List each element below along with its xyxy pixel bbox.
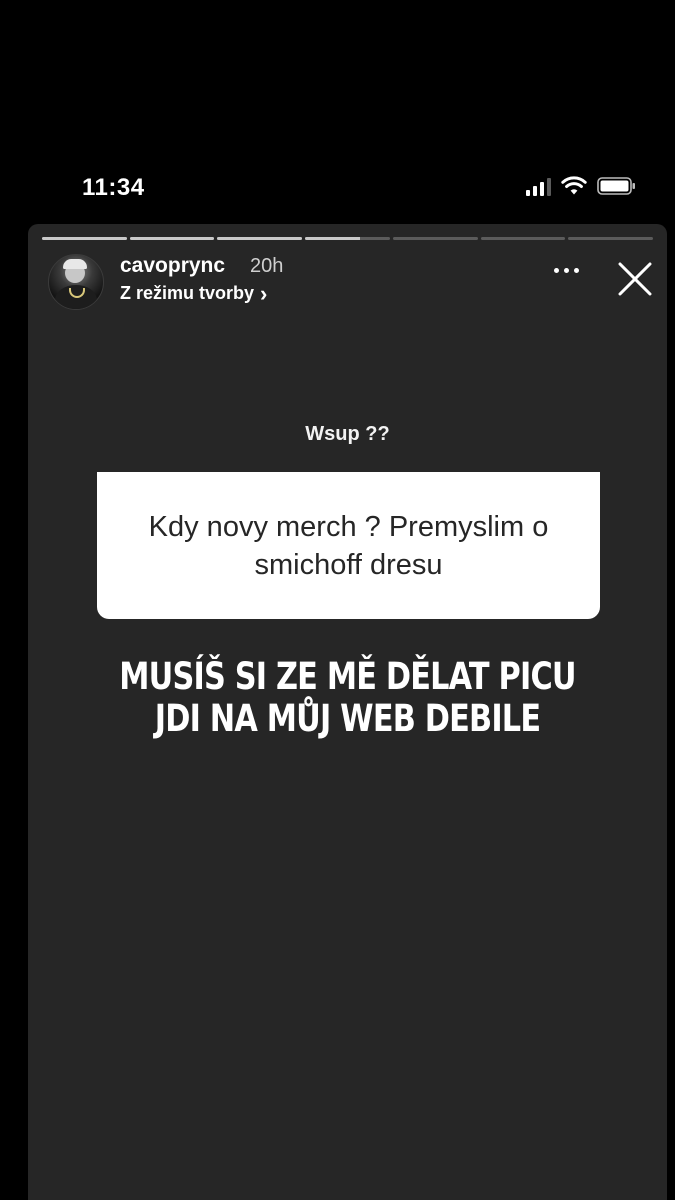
- progress-segment: [129, 237, 215, 240]
- progress-segment: [305, 237, 390, 240]
- story-answer-text: MUSÍŠ SI ZE MĚ DĚLAT PICU JDI NA MŮJ WEB…: [119, 655, 576, 740]
- story-time-ago: 20h: [250, 255, 284, 277]
- avatar[interactable]: [48, 254, 104, 310]
- battery-icon: [597, 177, 635, 195]
- cellular-signal-icon: [526, 176, 551, 196]
- question-sticker-text: Kdy novy merch ? Premyslim o smichoff dr…: [148, 510, 549, 581]
- question-sticker[interactable]: Kdy novy merch ? Premyslim o smichoff dr…: [97, 472, 600, 619]
- wifi-icon: [561, 176, 587, 195]
- more-options-icon[interactable]: [554, 268, 579, 273]
- progress-segment-fill: [42, 237, 127, 240]
- story-progress-bar: [42, 237, 654, 240]
- question-sticker-prompt: Wsup ??: [305, 423, 390, 445]
- progress-segment: [217, 237, 303, 240]
- progress-segment-fill: [129, 237, 215, 240]
- progress-segment: [392, 237, 478, 240]
- progress-segment: [568, 237, 654, 240]
- status-time: 11:34: [82, 174, 145, 201]
- screen: 11:34 cavoprync 20h Z režimu tvorby › Ws…: [0, 0, 675, 1200]
- progress-segment-fill: [305, 237, 361, 240]
- creator-mode-label: Z režimu tvorby: [120, 283, 255, 303]
- creator-mode-link[interactable]: Z režimu tvorby ›: [120, 280, 268, 306]
- progress-segment: [42, 237, 127, 240]
- status-icons: [526, 176, 637, 196]
- progress-segment: [480, 237, 566, 240]
- chevron-right-icon: ›: [260, 280, 268, 306]
- progress-segment-fill: [217, 237, 303, 240]
- username[interactable]: cavoprync: [120, 254, 225, 278]
- story-viewer[interactable]: cavoprync 20h Z režimu tvorby › Wsup ?? …: [28, 224, 667, 1200]
- close-icon[interactable]: [616, 260, 654, 298]
